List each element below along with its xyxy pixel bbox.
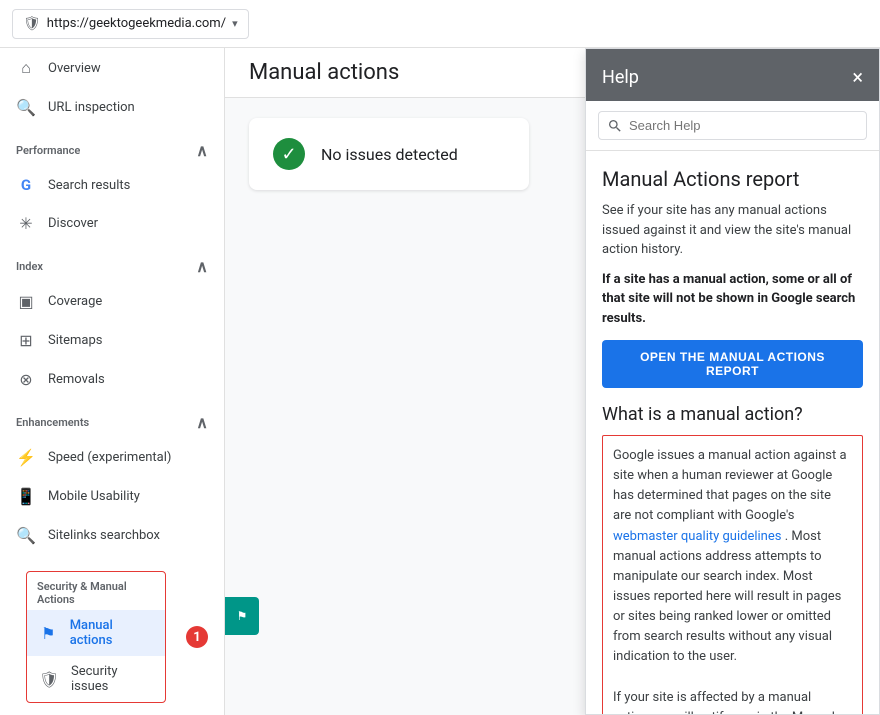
sidebar-label-search-results: Search results bbox=[48, 178, 130, 193]
open-report-button[interactable]: OPEN THE MANUAL ACTIONS REPORT bbox=[602, 340, 863, 388]
sidebar-item-manual-actions[interactable]: ⚑ Manual actions bbox=[27, 610, 165, 656]
sidebar-item-url-inspection[interactable]: 🔍 URL inspection bbox=[0, 88, 224, 127]
no-issues-text: No issues detected bbox=[321, 145, 458, 164]
main-content: Manual actions ✓ No issues detected ⚑ He… bbox=[225, 48, 880, 715]
asterisk-icon: ✳ bbox=[16, 214, 36, 233]
sidebar-item-speed[interactable]: ⚡ Speed (experimental) bbox=[0, 438, 224, 477]
sidebar-label-overview: Overview bbox=[48, 61, 101, 76]
help-header: Help × bbox=[586, 49, 879, 101]
badge-1: 1 bbox=[186, 626, 208, 648]
sitelinks-icon: 🔍 bbox=[16, 526, 36, 545]
help-box-text2: . Most manual actions address attempts t… bbox=[613, 529, 841, 665]
check-circle-icon: ✓ bbox=[273, 138, 305, 170]
sidebar-label-removals: Removals bbox=[48, 372, 105, 387]
sidebar-label-mobile: Mobile Usability bbox=[48, 489, 140, 504]
help-section-2-title: What is a manual action? bbox=[602, 404, 863, 425]
top-bar: 🛡 https://geektogeekmedia.com/ ▾ bbox=[0, 0, 880, 48]
shield-icon: 🛡 bbox=[23, 16, 41, 32]
help-body: Manual Actions report See if your site h… bbox=[586, 151, 879, 715]
sidebar-label-discover: Discover bbox=[48, 216, 98, 231]
chevron-icon: ▾ bbox=[232, 17, 238, 30]
sidebar: ⌂ Overview 🔍 URL inspection Performance … bbox=[0, 48, 225, 715]
performance-label: Performance bbox=[16, 144, 80, 157]
security-group-box: Security & Manual Actions ⚑ Manual actio… bbox=[26, 571, 166, 703]
sidebar-item-coverage[interactable]: ▣ Coverage bbox=[0, 282, 224, 321]
collapse-enhancements-icon[interactable]: ∧ bbox=[196, 413, 208, 432]
help-panel: Help × Manual Actions report See if your… bbox=[585, 48, 880, 715]
flag-icon: ⚑ bbox=[39, 624, 58, 643]
sidebar-item-security-issues[interactable]: 🛡 Security issues bbox=[27, 656, 165, 702]
security-section-header: Security & Manual Actions ⚑ Manual actio… bbox=[0, 555, 224, 711]
home-icon: ⌂ bbox=[16, 58, 36, 78]
legacy-section-header: Legacy tools and reports ∨ bbox=[0, 711, 224, 715]
removals-icon: ⊗ bbox=[16, 370, 36, 389]
sidebar-label-manual-actions: Manual actions bbox=[70, 618, 153, 648]
no-issues-card: ✓ No issues detected bbox=[249, 118, 529, 190]
help-box-link[interactable]: webmaster quality guidelines bbox=[613, 529, 781, 544]
sidebar-label-security-issues: Security issues bbox=[71, 664, 153, 694]
help-box-text3: If your site is affected by a manual act… bbox=[613, 690, 849, 715]
enhancements-label: Enhancements bbox=[16, 416, 89, 429]
sidebar-item-search-results[interactable]: G Search results bbox=[0, 166, 224, 204]
index-label: Index bbox=[16, 260, 43, 273]
sidebar-item-sitelinks[interactable]: 🔍 Sitelinks searchbox bbox=[0, 516, 224, 555]
help-section-1-desc: See if your site has any manual actions … bbox=[602, 201, 863, 260]
url-text: https://geektogeekmedia.com/ bbox=[47, 16, 226, 31]
sidebar-label-coverage: Coverage bbox=[48, 294, 102, 309]
sidebar-item-mobile[interactable]: 📱 Mobile Usability bbox=[0, 477, 224, 516]
sidebar-item-sitemaps[interactable]: ⊞ Sitemaps bbox=[0, 321, 224, 360]
mobile-icon: 📱 bbox=[16, 487, 36, 506]
sidebar-item-overview[interactable]: ⌂ Overview bbox=[0, 48, 224, 88]
search-icon: 🔍 bbox=[16, 98, 36, 117]
help-box: Google issues a manual action against a … bbox=[602, 435, 863, 715]
collapse-index-icon[interactable]: ∧ bbox=[196, 257, 208, 276]
collapse-performance-icon[interactable]: ∧ bbox=[196, 141, 208, 160]
main-layout: ⌂ Overview 🔍 URL inspection Performance … bbox=[0, 48, 880, 715]
sidebar-label-speed: Speed (experimental) bbox=[48, 450, 171, 465]
help-search-input[interactable] bbox=[598, 111, 867, 140]
coverage-icon: ▣ bbox=[16, 292, 36, 311]
help-section-1-title: Manual Actions report bbox=[602, 167, 863, 191]
sidebar-label-url-inspection: URL inspection bbox=[48, 100, 135, 115]
security-section-label: Security & Manual Actions bbox=[27, 572, 165, 610]
help-box-text1: Google issues a manual action against a … bbox=[613, 448, 847, 523]
help-close-button[interactable]: × bbox=[852, 65, 863, 89]
url-bar[interactable]: 🛡 https://geektogeekmedia.com/ ▾ bbox=[12, 9, 249, 39]
g-icon: G bbox=[16, 176, 36, 194]
speed-icon: ⚡ bbox=[16, 448, 36, 467]
sidebar-item-removals[interactable]: ⊗ Removals bbox=[0, 360, 224, 399]
sidebar-item-discover[interactable]: ✳ Discover bbox=[0, 204, 224, 243]
help-title: Help bbox=[602, 67, 639, 88]
sitemaps-icon: ⊞ bbox=[16, 331, 36, 350]
help-search-bar bbox=[586, 101, 879, 151]
enhancements-section-header: Enhancements ∧ bbox=[0, 399, 224, 438]
sidebar-label-sitemaps: Sitemaps bbox=[48, 333, 103, 348]
performance-section-header: Performance ∧ bbox=[0, 127, 224, 166]
sidebar-label-sitelinks: Sitelinks searchbox bbox=[48, 528, 160, 543]
page-title: Manual actions bbox=[249, 60, 399, 85]
shield-sidebar-icon: 🛡 bbox=[39, 670, 59, 689]
flag-button[interactable]: ⚑ bbox=[225, 597, 259, 635]
index-section-header: Index ∧ bbox=[0, 243, 224, 282]
help-section-1-bold: If a site has a manual action, some or a… bbox=[602, 270, 863, 329]
